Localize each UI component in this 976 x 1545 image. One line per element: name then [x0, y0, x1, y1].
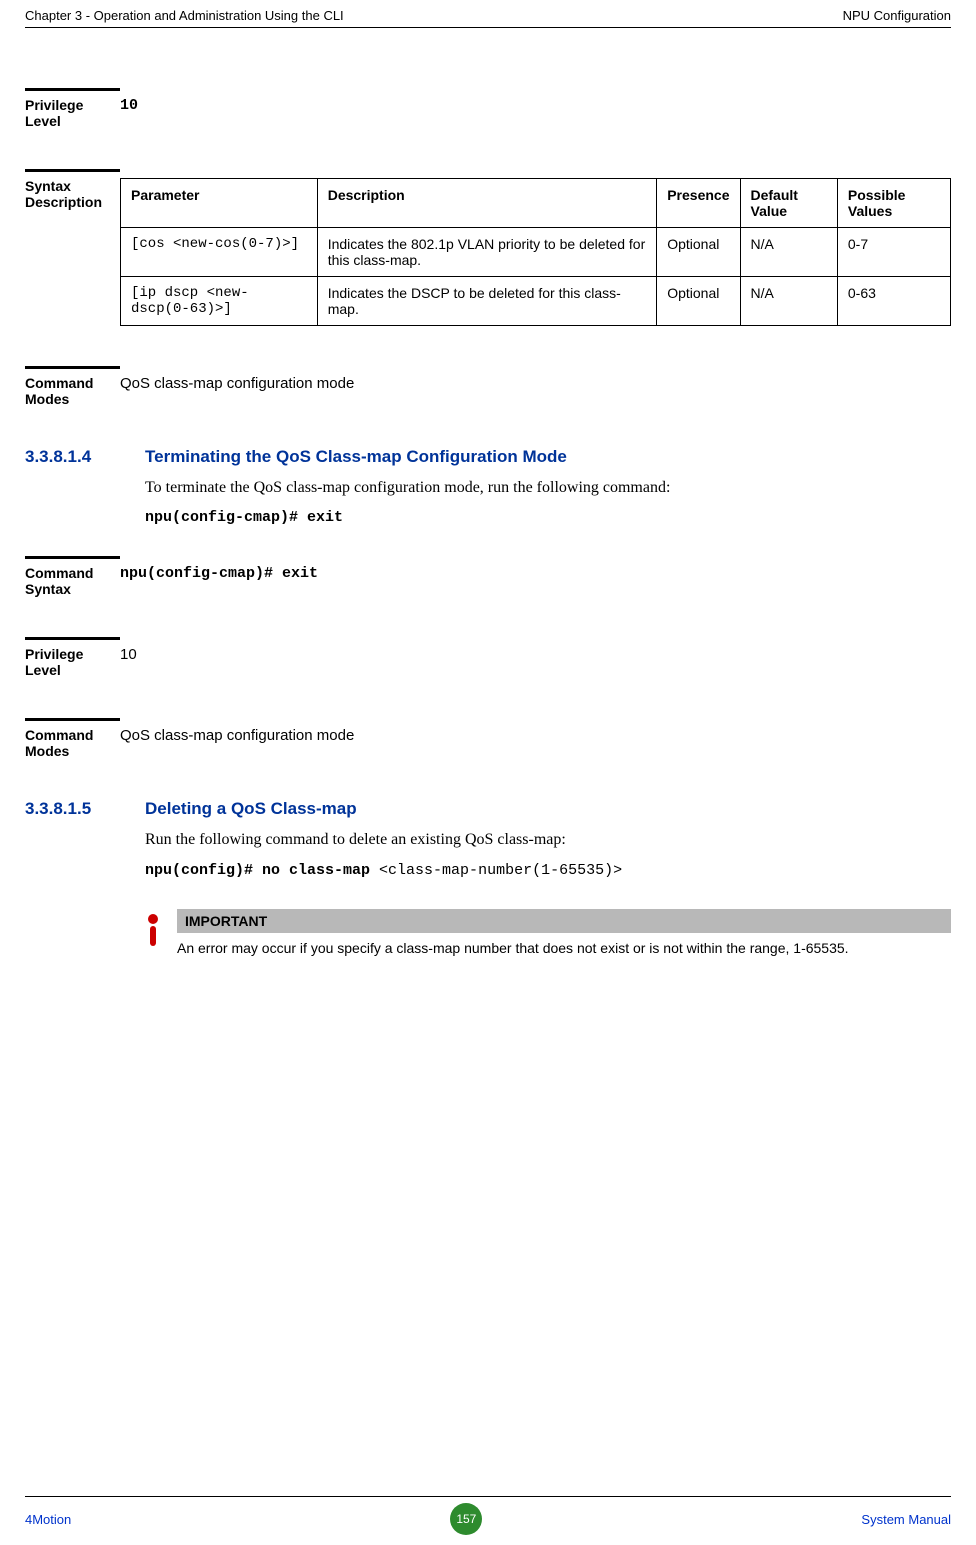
syntax-description-label: Syntax Description: [25, 169, 120, 210]
important-body: An error may occur if you specify a clas…: [177, 939, 951, 959]
footer-right: System Manual: [861, 1512, 951, 1527]
th-description: Description: [317, 179, 657, 228]
syntax-table: Parameter Description Presence Default V…: [120, 178, 951, 326]
section-heading: Terminating the QoS Class-map Configurat…: [145, 447, 951, 467]
th-parameter: Parameter: [121, 179, 318, 228]
syntax-description-value: Parameter Description Presence Default V…: [120, 169, 951, 326]
privilege-level-block-2: Privilege Level 10: [25, 637, 951, 678]
privilege-level-block-1: Privilege Level 10: [25, 88, 951, 129]
section-number: 3.3.8.1.5: [25, 799, 145, 819]
table-row: [cos <new-cos(0-7)>] Indicates the 802.1…: [121, 228, 951, 277]
code-plain: <class-map-number(1-65535)>: [379, 862, 622, 879]
command-code: npu(config-cmap)# exit: [145, 509, 951, 526]
command-modes-value: QoS class-map configuration mode: [120, 366, 951, 392]
cell-presence: Optional: [657, 277, 740, 326]
command-code: npu(config)# no class-map <class-map-num…: [145, 862, 951, 879]
footer-left: 4Motion: [25, 1512, 71, 1527]
cell-default: N/A: [740, 277, 837, 326]
command-syntax-block: Command Syntax npu(config-cmap)# exit: [25, 556, 951, 597]
important-content: IMPORTANT An error may occur if you spec…: [177, 909, 951, 959]
important-block: IMPORTANT An error may occur if you spec…: [145, 909, 951, 959]
table-row: [ip dscp <new-dscp(0-63)>] Indicates the…: [121, 277, 951, 326]
table-header-row: Parameter Description Presence Default V…: [121, 179, 951, 228]
cell-possible: 0-63: [837, 277, 950, 326]
command-modes-value: QoS class-map configuration mode: [120, 718, 951, 744]
privilege-level-label: Privilege Level: [25, 637, 120, 678]
command-syntax-value: npu(config-cmap)# exit: [120, 556, 951, 582]
page-footer: 4Motion 157 System Manual: [25, 1496, 951, 1535]
header-left: Chapter 3 - Operation and Administration…: [25, 8, 344, 23]
command-syntax-label: Command Syntax: [25, 556, 120, 597]
section-body: Run the following command to delete an e…: [145, 829, 951, 851]
th-presence: Presence: [657, 179, 740, 228]
section-heading-row: 3.3.8.1.5 Deleting a QoS Class-map: [25, 799, 951, 819]
cell-param: [cos <new-cos(0-7)>]: [121, 228, 318, 277]
important-title: IMPORTANT: [177, 909, 951, 933]
code-bold: npu(config)# no class-map: [145, 862, 379, 879]
section-heading-row: 3.3.8.1.4 Terminating the QoS Class-map …: [25, 447, 951, 467]
page-number-badge: 157: [450, 1503, 482, 1535]
cell-desc: Indicates the DSCP to be deleted for thi…: [317, 277, 657, 326]
privilege-level-value: 10: [120, 637, 951, 663]
command-modes-block-1: Command Modes QoS class-map configuratio…: [25, 366, 951, 407]
cell-default: N/A: [740, 228, 837, 277]
privilege-level-label: Privilege Level: [25, 88, 120, 129]
privilege-level-value: 10: [120, 88, 951, 114]
cell-possible: 0-7: [837, 228, 950, 277]
command-modes-label: Command Modes: [25, 366, 120, 407]
page-header: Chapter 3 - Operation and Administration…: [25, 0, 951, 28]
cell-param: [ip dscp <new-dscp(0-63)>]: [121, 277, 318, 326]
content-area: Privilege Level 10 Syntax Description Pa…: [25, 28, 951, 958]
th-possible: Possible Values: [837, 179, 950, 228]
cell-presence: Optional: [657, 228, 740, 277]
section-heading: Deleting a QoS Class-map: [145, 799, 951, 819]
command-modes-label: Command Modes: [25, 718, 120, 759]
cell-desc: Indicates the 802.1p VLAN priority to be…: [317, 228, 657, 277]
section-body: To terminate the QoS class-map configura…: [145, 477, 951, 499]
info-icon: [145, 909, 165, 959]
header-right: NPU Configuration: [843, 8, 951, 23]
th-default: Default Value: [740, 179, 837, 228]
syntax-description-block: Syntax Description Parameter Description…: [25, 169, 951, 326]
section-number: 3.3.8.1.4: [25, 447, 145, 467]
command-modes-block-2: Command Modes QoS class-map configuratio…: [25, 718, 951, 759]
